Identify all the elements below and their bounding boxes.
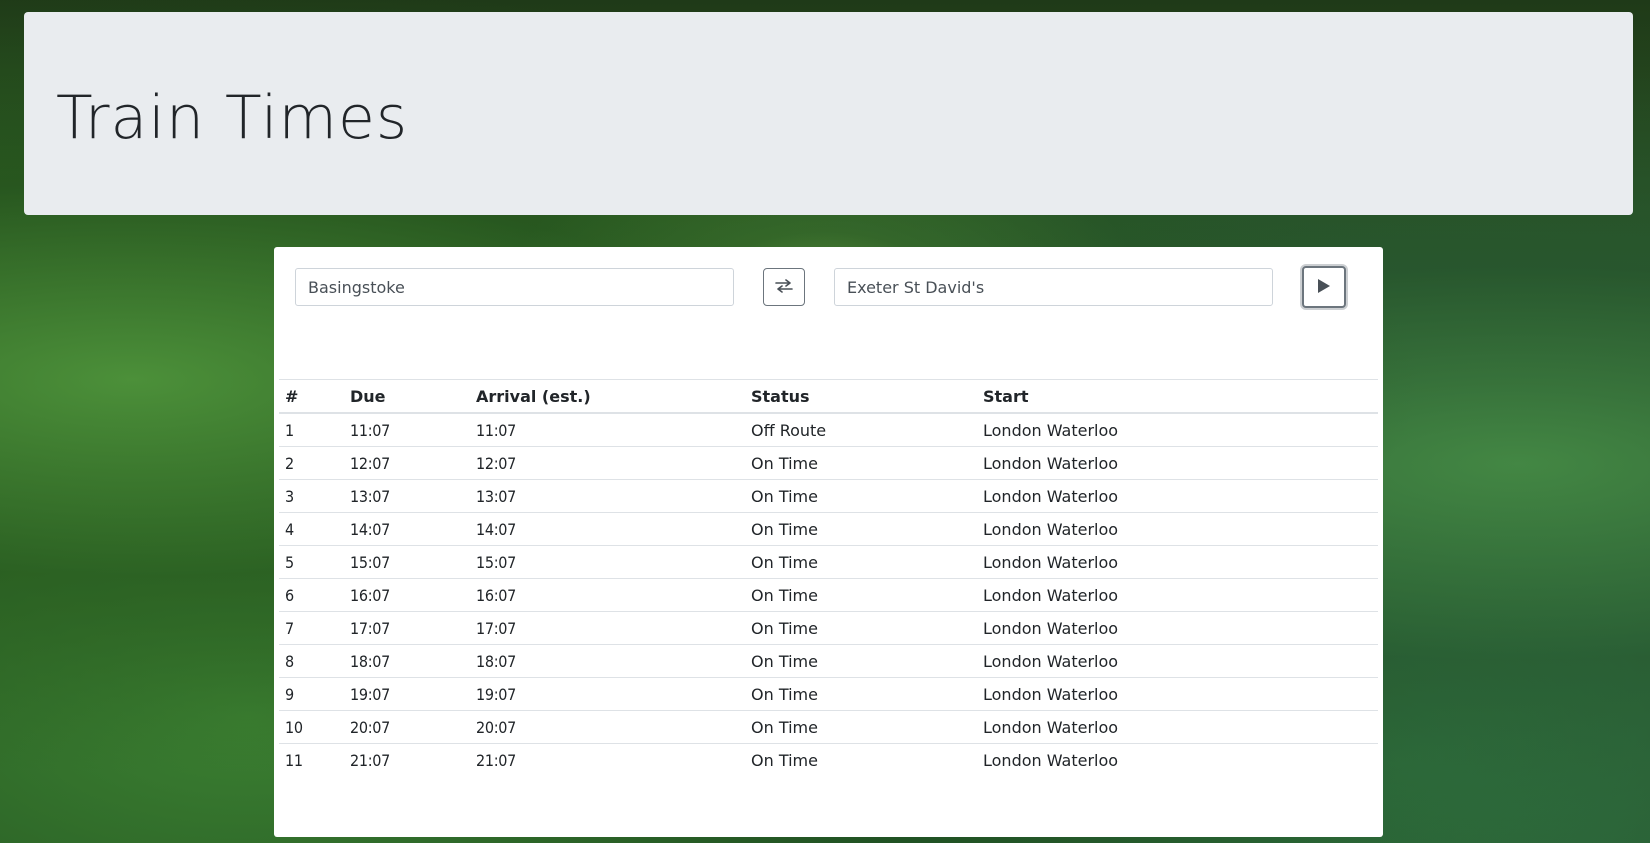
row-arrival: 20:07 — [470, 710, 745, 744]
header-arrival: Arrival (est.) — [470, 379, 745, 414]
search-panel: # Due Arrival (est.) Status Start 1 11:0… — [274, 247, 1383, 837]
swap-arrows-icon — [775, 278, 793, 296]
to-station-input[interactable] — [834, 268, 1273, 306]
row-start: London Waterloo — [977, 743, 1378, 776]
row-num: 11 — [279, 743, 344, 776]
row-start: London Waterloo — [977, 512, 1378, 546]
header-num: # — [279, 379, 344, 414]
row-status: On Time — [745, 512, 977, 546]
play-icon — [1317, 278, 1331, 297]
header-status: Status — [745, 379, 977, 414]
row-arrival: 15:07 — [470, 545, 745, 579]
row-num: 2 — [279, 446, 344, 480]
row-num: 1 — [285, 420, 294, 440]
table-row: 11 21:07 21:07 On Time London Waterloo — [279, 743, 1378, 776]
row-start: London Waterloo — [977, 611, 1378, 645]
header-due: Due — [344, 379, 470, 414]
row-arrival: 16:07 — [470, 578, 745, 612]
table-row: 9 19:07 19:07 On Time London Waterloo — [279, 677, 1378, 711]
row-due: 18:07 — [344, 644, 470, 678]
table-row: 7 17:07 17:07 On Time London Waterloo — [279, 611, 1378, 645]
table-row: 4 14:07 14:07 On Time London Waterloo — [279, 512, 1378, 546]
row-start: London Waterloo — [977, 545, 1378, 579]
row-due: 15:07 — [344, 545, 470, 579]
row-num: 4 — [279, 512, 344, 546]
search-go-button[interactable] — [1302, 266, 1346, 308]
table-row: 5 15:07 15:07 On Time London Waterloo — [279, 545, 1378, 579]
row-start: London Waterloo — [977, 677, 1378, 711]
row-arrival: 11:07 — [476, 420, 516, 440]
table-row: 6 16:07 16:07 On Time London Waterloo — [279, 578, 1378, 612]
row-start: London Waterloo — [983, 420, 1119, 440]
row-arrival: 17:07 — [470, 611, 745, 645]
header-banner: Train Times — [24, 12, 1633, 215]
table-row: 10 20:07 20:07 On Time London Waterloo — [279, 710, 1378, 744]
swap-stations-button[interactable] — [763, 268, 805, 306]
row-start: London Waterloo — [977, 578, 1378, 612]
page-title: Train Times — [56, 83, 409, 153]
row-due: 16:07 — [344, 578, 470, 612]
row-num: 9 — [279, 677, 344, 711]
row-status: On Time — [745, 611, 977, 645]
row-num: 10 — [279, 710, 344, 744]
row-due: 17:07 — [344, 611, 470, 645]
row-start: London Waterloo — [977, 644, 1378, 678]
row-start: London Waterloo — [977, 446, 1378, 480]
row-num: 6 — [279, 578, 344, 612]
row-status: On Time — [745, 479, 977, 513]
row-due: 12:07 — [344, 446, 470, 480]
row-status: On Time — [745, 644, 977, 678]
row-arrival: 19:07 — [470, 677, 745, 711]
row-num: 7 — [279, 611, 344, 645]
table-row: 2 12:07 12:07 On Time London Waterloo — [279, 446, 1378, 480]
row-status: Off Route — [751, 420, 827, 440]
from-station-input[interactable] — [295, 268, 734, 306]
row-arrival: 21:07 — [470, 743, 745, 776]
row-arrival: 12:07 — [470, 446, 745, 480]
table-header-row: # Due Arrival (est.) Status Start — [279, 379, 1378, 414]
train-times-table: # Due Arrival (est.) Status Start 1 11:0… — [279, 379, 1378, 776]
row-due: 14:07 — [344, 512, 470, 546]
row-num: 8 — [279, 644, 344, 678]
row-num: 3 — [279, 479, 344, 513]
row-status: On Time — [745, 677, 977, 711]
row-status: On Time — [745, 578, 977, 612]
row-due: 20:07 — [344, 710, 470, 744]
row-arrival: 13:07 — [470, 479, 745, 513]
row-due: 19:07 — [344, 677, 470, 711]
row-status: On Time — [745, 545, 977, 579]
table-row: 1 11:07 11:07 Off Route London Waterloo — [279, 413, 1378, 447]
row-due: 21:07 — [344, 743, 470, 776]
row-arrival: 14:07 — [470, 512, 745, 546]
row-status: On Time — [745, 446, 977, 480]
row-status: On Time — [745, 710, 977, 744]
row-start: London Waterloo — [977, 710, 1378, 744]
row-num: 5 — [279, 545, 344, 579]
header-start: Start — [977, 379, 1378, 414]
row-arrival: 18:07 — [470, 644, 745, 678]
row-due: 11:07 — [350, 420, 390, 440]
row-status: On Time — [745, 743, 977, 776]
table-row: 3 13:07 13:07 On Time London Waterloo — [279, 479, 1378, 513]
table-row: 8 18:07 18:07 On Time London Waterloo — [279, 644, 1378, 678]
row-start: London Waterloo — [977, 479, 1378, 513]
row-due: 13:07 — [344, 479, 470, 513]
